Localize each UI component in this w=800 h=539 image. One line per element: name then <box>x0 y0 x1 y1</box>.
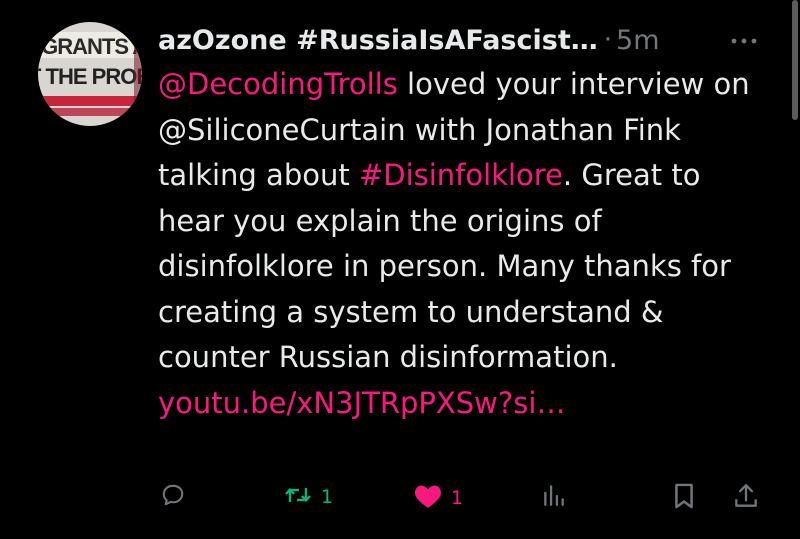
author-name[interactable]: azOzone #RussiaIsAFascist… <box>158 25 598 56</box>
heart-icon <box>413 482 443 513</box>
avatar-stripe <box>38 96 142 106</box>
hashtag-link[interactable]: #Disinfolklore <box>359 158 563 192</box>
scrollbar[interactable] <box>792 0 798 120</box>
reply-icon <box>160 482 186 512</box>
avatar-text-bottom: T THE PROBL <box>38 64 142 89</box>
retweet-button[interactable]: 1 <box>283 482 333 512</box>
views-button[interactable] <box>541 482 567 512</box>
avatar[interactable]: IGRANTS A T THE PROBL <box>38 22 142 126</box>
share-icon <box>733 482 759 514</box>
more-options-icon[interactable] <box>730 30 758 49</box>
bookmark-icon <box>672 482 696 514</box>
mention-link[interactable]: @DecodingTrolls <box>158 67 398 101</box>
reply-button[interactable] <box>160 482 186 512</box>
retweet-icon <box>283 482 313 512</box>
separator-dot: · <box>603 25 613 55</box>
action-bar: 1 1 <box>0 478 800 522</box>
views-icon <box>541 482 567 512</box>
share-button[interactable] <box>733 482 759 514</box>
tweet-header: azOzone #RussiaIsAFascist… · 5m <box>158 20 660 60</box>
retweet-count: 1 <box>321 486 334 508</box>
timestamp[interactable]: 5m <box>616 25 659 56</box>
tweet-text: @DecodingTrolls loved your interview on … <box>158 62 768 426</box>
bookmark-button[interactable] <box>672 482 696 514</box>
avatar-stripe-2 <box>38 108 142 116</box>
url-link[interactable]: youtu.be/xN3JTRpPXSw?si… <box>158 386 565 420</box>
avatar-edge <box>134 22 142 126</box>
like-count: 1 <box>451 486 464 509</box>
like-button[interactable]: 1 <box>413 482 463 513</box>
avatar-text-top: IGRANTS A <box>38 34 142 59</box>
